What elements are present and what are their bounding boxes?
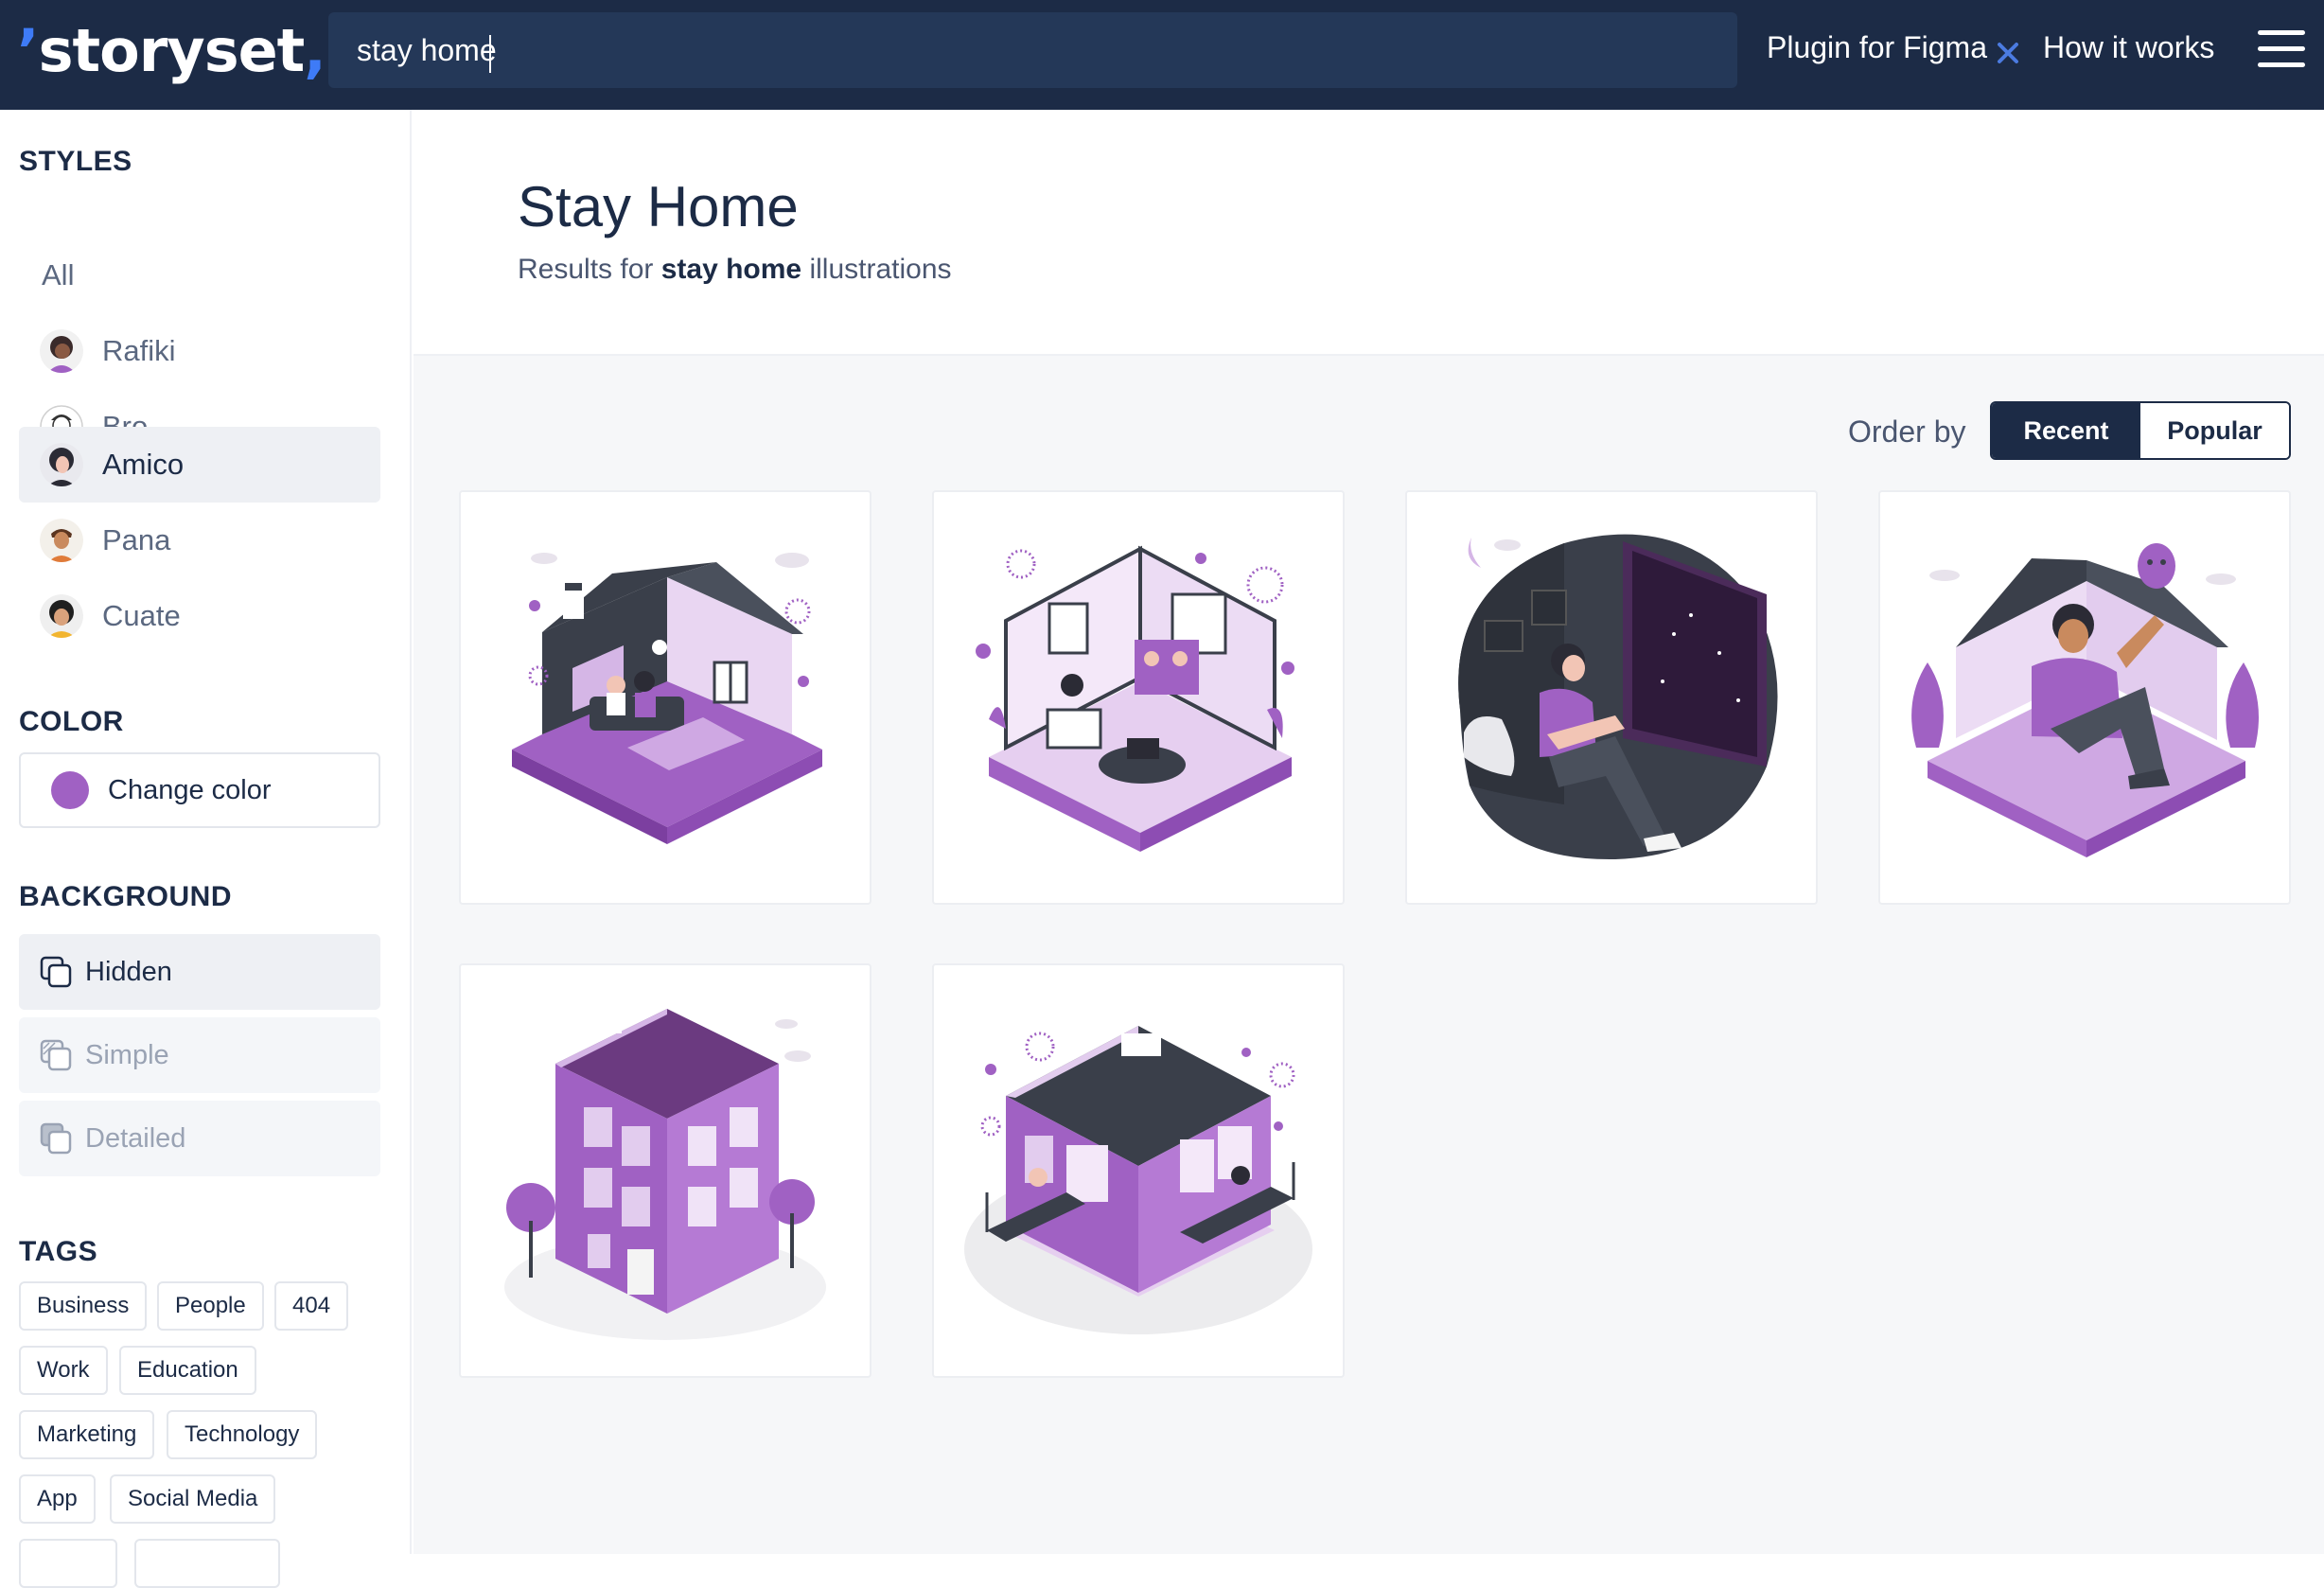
- window-night-illustration-icon: [1458, 534, 1778, 860]
- order-by-label: Order by: [1848, 415, 1966, 449]
- apartment-building-illustration-icon: [504, 1009, 826, 1340]
- storyset-logo[interactable]: ’storyset,: [17, 13, 326, 89]
- tag-technology[interactable]: Technology: [167, 1410, 318, 1459]
- illustration-card[interactable]: [459, 963, 872, 1378]
- tag-education[interactable]: Education: [119, 1346, 256, 1395]
- tag-marketing[interactable]: Marketing: [19, 1410, 155, 1459]
- background-simple-icon: [40, 1039, 72, 1071]
- tag-social-media[interactable]: Social Media: [110, 1474, 276, 1524]
- tag-partial[interactable]: [134, 1539, 280, 1588]
- order-popular-button[interactable]: Popular: [2140, 403, 2289, 458]
- tag-partial[interactable]: [19, 1539, 117, 1588]
- search-bar[interactable]: [328, 12, 2018, 88]
- house-balcony-illustration-icon: [964, 1026, 1312, 1334]
- house-family-illustration-icon: [512, 553, 822, 844]
- tag-404[interactable]: 404: [274, 1281, 349, 1331]
- color-heading: COLOR: [19, 706, 124, 737]
- room-video-call-illustration-icon: [976, 545, 1294, 852]
- hamburger-menu-icon[interactable]: [2258, 28, 2307, 70]
- tag-business[interactable]: Business: [19, 1281, 148, 1331]
- illustration-card[interactable]: [1405, 490, 1818, 905]
- illustration-card[interactable]: [932, 963, 1345, 1378]
- results-header: Stay Home Results for stay home illustra…: [414, 110, 2324, 356]
- illustration-card[interactable]: [1878, 490, 2291, 905]
- tag-work[interactable]: Work: [19, 1346, 108, 1395]
- filter-sidebar: STYLES All Rafiki Bro Amico: [0, 110, 412, 1588]
- style-filter-amico[interactable]: Amico: [19, 427, 380, 503]
- top-header: ’storyset, Plugin for Figma How it works: [0, 0, 2324, 110]
- color-swatch: [51, 771, 89, 809]
- close-icon[interactable]: [1994, 39, 2022, 67]
- tag-app[interactable]: App: [19, 1474, 96, 1524]
- background-detailed-icon: [40, 1122, 72, 1155]
- page-title: Stay Home: [518, 175, 799, 238]
- background-option-detailed[interactable]: Detailed: [19, 1101, 380, 1176]
- text-cursor: [489, 35, 491, 73]
- tag-people[interactable]: People: [157, 1281, 264, 1331]
- background-option-hidden[interactable]: Hidden: [19, 934, 380, 1010]
- illustration-card[interactable]: [932, 490, 1345, 905]
- search-input[interactable]: [357, 12, 1663, 88]
- illustration-card[interactable]: [459, 490, 872, 905]
- order-recent-button[interactable]: Recent: [1992, 403, 2140, 458]
- background-heading: BACKGROUND: [19, 881, 232, 912]
- cuate-avatar-icon: [40, 594, 83, 638]
- style-filter-pana[interactable]: Pana: [19, 503, 380, 578]
- man-in-house-illustration-icon: [1911, 543, 2259, 857]
- amico-avatar-icon: [40, 443, 83, 486]
- order-toggle: Recent Popular: [1990, 401, 2291, 460]
- plugin-for-figma-link[interactable]: Plugin for Figma: [1767, 26, 1987, 68]
- change-color-button[interactable]: Change color: [19, 752, 380, 828]
- style-filter-rafiki[interactable]: Rafiki: [19, 313, 380, 389]
- results-subtitle: Results for stay home illustrations: [518, 254, 952, 285]
- background-option-simple[interactable]: Simple: [19, 1017, 380, 1093]
- results-area: Order by Recent Popular: [414, 356, 2324, 1554]
- rafiki-avatar-icon: [40, 329, 83, 373]
- styles-heading: STYLES: [19, 146, 132, 177]
- tags-heading: TAGS: [19, 1236, 98, 1267]
- how-it-works-link[interactable]: How it works: [2043, 26, 2214, 68]
- style-filter-cuate[interactable]: Cuate: [19, 578, 380, 654]
- pana-avatar-icon: [40, 519, 83, 562]
- background-hidden-icon: [40, 956, 72, 988]
- style-filter-all[interactable]: All: [19, 238, 380, 313]
